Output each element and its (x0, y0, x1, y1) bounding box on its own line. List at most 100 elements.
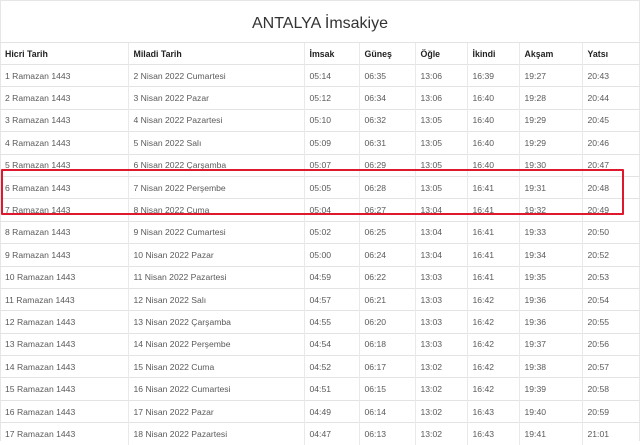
cell-aksam: 19:40 (518, 399, 582, 423)
cell-hicri-date: 16 Ramazan 1443 (0, 399, 128, 423)
cell-hicri-date: 11 Ramazan 1443 (0, 287, 128, 311)
cell-ikindi: 16:41 (466, 198, 519, 222)
cell-ikindi: 16:41 (466, 265, 519, 289)
cell-yatsi: 20:47 (581, 153, 640, 177)
cell-hicri-date: 15 Ramazan 1443 (0, 377, 128, 401)
cell-ogle: 13:04 (414, 198, 467, 222)
cell-imsak: 05:09 (303, 131, 359, 155)
cell-yatsi: 20:52 (581, 243, 640, 267)
cell-aksam: 19:31 (518, 175, 582, 199)
cell-miladi-date: 13 Nisan 2022 Çarşamba (127, 310, 304, 334)
column-header-yatsi: Yatsı (581, 42, 640, 65)
cell-ikindi: 16:43 (466, 399, 519, 423)
cell-gunes: 06:15 (358, 377, 415, 401)
cell-miladi-date: 7 Nisan 2022 Perşembe (127, 175, 304, 199)
column-header-gunes: Güneş (358, 42, 415, 65)
cell-gunes: 06:32 (358, 108, 415, 132)
cell-imsak: 05:00 (303, 243, 359, 267)
cell-miladi-date: 12 Nisan 2022 Salı (127, 287, 304, 311)
cell-imsak: 04:54 (303, 332, 359, 356)
cell-ogle: 13:06 (414, 63, 467, 87)
cell-yatsi: 20:49 (581, 198, 640, 222)
imsakiye-table: Hicri Tarih Miladi Tarih İmsak Güneş Öğl… (0, 42, 640, 445)
cell-yatsi: 20:50 (581, 220, 640, 244)
cell-miladi-date: 6 Nisan 2022 Çarşamba (127, 153, 304, 177)
cell-yatsi: 20:57 (581, 355, 640, 378)
cell-imsak: 04:57 (303, 287, 359, 311)
table-row: 2 Ramazan 1443 3 Nisan 2022 Pazar 05:12 06:… (0, 86, 640, 110)
cell-ogle: 13:02 (414, 355, 467, 378)
column-header-ogle: Öğle (414, 42, 467, 65)
cell-miladi-date: 10 Nisan 2022 Pazar (127, 243, 304, 267)
cell-ogle: 13:03 (414, 287, 467, 311)
table-row: 7 Ramazan 1443 8 Nisan 2022 Cuma 05:04 06:2… (0, 198, 640, 222)
cell-aksam: 19:41 (518, 422, 582, 445)
cell-aksam: 19:32 (518, 198, 582, 222)
cell-ogle: 13:03 (414, 265, 467, 289)
cell-yatsi: 20:48 (581, 175, 640, 199)
cell-gunes: 06:14 (358, 399, 415, 423)
cell-imsak: 04:51 (303, 377, 359, 401)
cell-ogle: 13:02 (414, 399, 467, 423)
cell-miladi-date: 3 Nisan 2022 Pazar (127, 86, 304, 110)
cell-hicri-date: 14 Ramazan 1443 (0, 355, 128, 378)
page-title: ANTALYA İmsakiye (251, 15, 389, 32)
cell-gunes: 06:22 (358, 265, 415, 289)
cell-ikindi: 16:40 (466, 86, 519, 110)
cell-miladi-date: 5 Nisan 2022 Salı (127, 131, 304, 155)
cell-ikindi: 16:41 (466, 243, 519, 267)
cell-miladi-date: 2 Nisan 2022 Cumartesi (127, 63, 304, 87)
cell-gunes: 06:31 (358, 131, 415, 155)
cell-aksam: 19:34 (518, 243, 582, 267)
cell-aksam: 19:28 (518, 86, 582, 110)
column-header-ikindi: İkindi (466, 42, 519, 65)
cell-ogle: 13:06 (414, 86, 467, 110)
cell-ikindi: 16:40 (466, 131, 519, 155)
cell-aksam: 19:33 (518, 220, 582, 244)
cell-hicri-date: 4 Ramazan 1443 (0, 131, 128, 155)
cell-yatsi: 20:54 (581, 287, 640, 311)
cell-aksam: 19:29 (518, 131, 582, 155)
cell-ikindi: 16:40 (466, 108, 519, 132)
cell-yatsi: 20:46 (581, 131, 640, 155)
table-row: 15 Ramazan 1443 16 Nisan 2022 Cumartesi 04… (0, 377, 640, 401)
cell-aksam: 19:37 (518, 332, 582, 356)
cell-aksam: 19:38 (518, 355, 582, 378)
table-row: 12 Ramazan 1443 13 Nisan 2022 Çarşamba 04:… (0, 310, 640, 334)
cell-imsak: 04:59 (303, 265, 359, 289)
cell-ikindi: 16:41 (466, 175, 519, 199)
cell-yatsi: 20:43 (581, 63, 640, 87)
cell-aksam: 19:35 (518, 265, 582, 289)
cell-ogle: 13:04 (414, 243, 467, 267)
cell-aksam: 19:36 (518, 310, 582, 334)
cell-yatsi: 20:55 (581, 310, 640, 334)
cell-gunes: 06:21 (358, 287, 415, 311)
cell-yatsi: 20:56 (581, 332, 640, 356)
cell-ogle: 13:03 (414, 332, 467, 356)
cell-aksam: 19:36 (518, 287, 582, 311)
cell-gunes: 06:13 (358, 422, 415, 445)
cell-hicri-date: 10 Ramazan 1443 (0, 265, 128, 289)
cell-gunes: 06:35 (358, 63, 415, 87)
cell-hicri-date: 2 Ramazan 1443 (0, 86, 128, 110)
cell-imsak: 05:02 (303, 220, 359, 244)
cell-imsak: 04:47 (303, 422, 359, 445)
cell-miladi-date: 15 Nisan 2022 Cuma (127, 355, 304, 378)
cell-gunes: 06:20 (358, 310, 415, 334)
table-row: 14 Ramazan 1443 15 Nisan 2022 Cuma 04:52 06… (0, 355, 640, 378)
cell-miladi-date: 8 Nisan 2022 Cuma (127, 198, 304, 222)
cell-gunes: 06:28 (358, 175, 415, 199)
cell-miladi-date: 16 Nisan 2022 Cumartesi (127, 377, 304, 401)
table-row: 5 Ramazan 1443 6 Nisan 2022 Çarşamba 05:07… (0, 153, 640, 177)
cell-ikindi: 16:42 (466, 377, 519, 401)
cell-imsak: 05:14 (303, 63, 359, 87)
cell-hicri-date: 8 Ramazan 1443 (0, 220, 128, 244)
cell-yatsi: 20:59 (581, 399, 640, 423)
cell-gunes: 06:25 (358, 220, 415, 244)
cell-yatsi: 20:44 (581, 86, 640, 110)
cell-miladi-date: 9 Nisan 2022 Cumartesi (127, 220, 304, 244)
cell-gunes: 06:27 (358, 198, 415, 222)
table-row: 10 Ramazan 1443 11 Nisan 2022 Pazartesi 04… (0, 265, 640, 289)
cell-miladi-date: 17 Nisan 2022 Pazar (127, 399, 304, 423)
cell-imsak: 05:12 (303, 86, 359, 110)
